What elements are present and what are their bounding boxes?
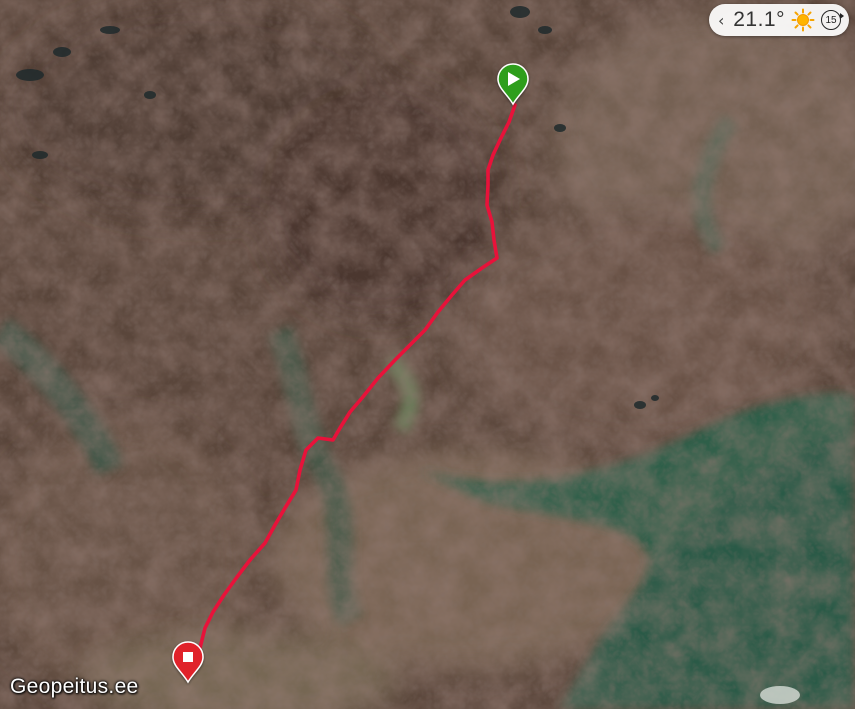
forecast-badge[interactable]: 15 [821, 10, 844, 30]
brand-label: Geopeitus.ee [10, 675, 139, 698]
weather-widget: ‹ 21.1° 15 [709, 4, 849, 36]
temperature: 21.1° [733, 8, 785, 31]
satellite-map[interactable] [0, 0, 855, 709]
sun-icon [791, 8, 815, 32]
stop-icon [183, 652, 193, 662]
chevron-left-icon[interactable]: ‹ [715, 11, 727, 30]
